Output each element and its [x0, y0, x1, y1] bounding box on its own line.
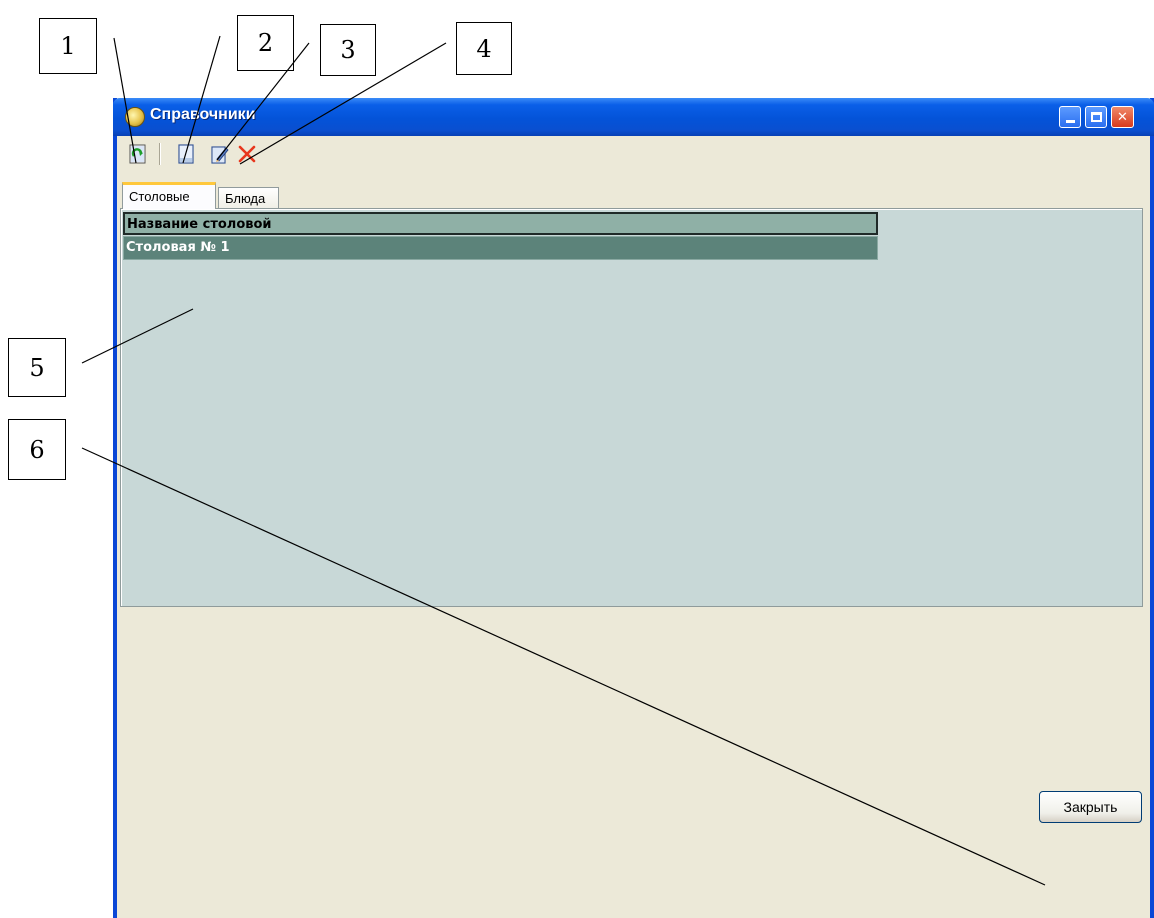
- title-bar[interactable]: Справочники ✕: [113, 98, 1154, 136]
- tab-canteens[interactable]: Столовые: [122, 182, 216, 209]
- close-window-button[interactable]: ✕: [1111, 106, 1134, 128]
- callout-3: 3: [320, 24, 376, 76]
- table-cell: Столовая № 1: [126, 240, 230, 255]
- minimize-button[interactable]: [1059, 106, 1081, 128]
- callout-6: 6: [8, 419, 66, 480]
- callout-1-label: 1: [60, 32, 76, 60]
- data-grid[interactable]: Название столовой Столовая № 1: [120, 208, 1143, 607]
- window-title: Справочники: [150, 106, 256, 123]
- callout-5-label: 5: [29, 353, 45, 382]
- new-document-icon: [178, 144, 194, 164]
- column-header-label: Название столовой: [127, 217, 272, 232]
- callout-5: 5: [8, 338, 66, 397]
- new-record-button[interactable]: [176, 144, 196, 164]
- grid-column-header[interactable]: Название столовой: [123, 212, 878, 235]
- delete-icon: [238, 145, 256, 163]
- callout-6-label: 6: [29, 435, 45, 464]
- maximize-icon: [1090, 112, 1102, 122]
- close-icon: ✕: [1117, 109, 1128, 125]
- callout-2: 2: [237, 15, 294, 71]
- tab-dishes[interactable]: Блюда: [218, 187, 279, 208]
- edit-icon: [211, 146, 229, 164]
- tab-canteens-label: Столовые: [129, 189, 190, 204]
- app-icon: [125, 107, 145, 127]
- reference-window: Справочники ✕ Столовые Блюда Название ст…: [113, 98, 1154, 918]
- tab-dishes-label: Блюда: [225, 191, 266, 206]
- edit-record-button[interactable]: [210, 144, 230, 164]
- toolbar-separator: [159, 143, 161, 165]
- callout-4-label: 4: [476, 34, 492, 63]
- callout-4: 4: [456, 22, 512, 75]
- refresh-button[interactable]: [128, 144, 148, 164]
- table-row[interactable]: Столовая № 1: [123, 236, 878, 260]
- delete-record-button[interactable]: [237, 144, 257, 164]
- refresh-icon: [129, 144, 146, 164]
- minimize-icon: [1065, 120, 1075, 123]
- toolbar: [117, 140, 317, 168]
- maximize-button[interactable]: [1085, 106, 1107, 128]
- callout-3-label: 3: [340, 36, 356, 64]
- callout-2-label: 2: [257, 29, 274, 57]
- callout-1: 1: [39, 18, 97, 74]
- close-button[interactable]: Закрыть: [1039, 791, 1142, 823]
- close-button-label: Закрыть: [1063, 799, 1118, 815]
